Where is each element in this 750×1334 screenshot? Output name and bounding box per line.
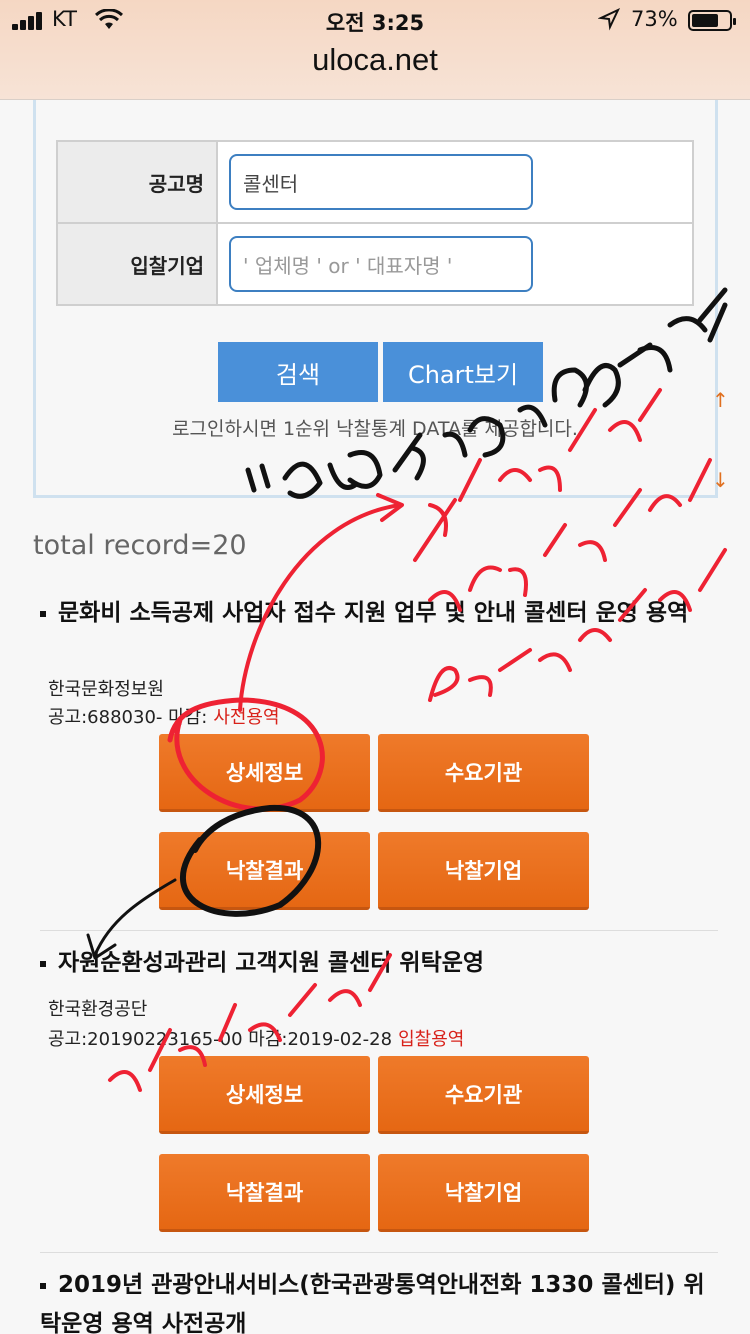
notice-name-input[interactable]: 콜센터 [229, 154, 533, 210]
url-bar[interactable]: uloca.net [0, 42, 750, 78]
search-button[interactable]: 검색 [218, 342, 378, 402]
notice-name-label: 공고명 [56, 140, 218, 224]
battery-icon [688, 10, 736, 31]
record-meta: 공고:20190223165-00 마감:2019-02-28 입찰용역 [48, 1029, 465, 1050]
bullet-icon [40, 610, 46, 617]
record-divider [40, 930, 718, 931]
record-type: 사전용역 [213, 707, 280, 728]
detail-button[interactable]: 상세정보 [159, 734, 370, 812]
login-notice: 로그인하시면 1순위 낙찰통계 DATA를 제공합니다. [172, 418, 578, 440]
record-title[interactable]: 문화비 소득공제 사업자 접수 지원 업무 및 안내 콜센터 운영 용역 [40, 594, 705, 633]
award-result-button[interactable]: 낙찰결과 [159, 1154, 370, 1232]
award-result-button[interactable]: 낙찰결과 [159, 832, 370, 910]
search-form-table: 공고명 콜센터 입찰기업 ' 업체명 ' or ' 대표자명 ' [56, 140, 694, 306]
location-arrow-icon [598, 7, 620, 31]
detail-button[interactable]: 상세정보 [159, 1056, 370, 1134]
bullet-icon [40, 1282, 46, 1289]
record-divider [40, 1252, 718, 1253]
record-type: 입찰용역 [398, 1029, 465, 1050]
bidder-label: 입찰기업 [56, 222, 218, 306]
status-bar: KT 오전 3:25 73% [0, 0, 750, 40]
scroll-down-arrow-icon[interactable]: ↓ [712, 468, 729, 492]
scroll-up-arrow-icon[interactable]: ↑ [712, 388, 729, 412]
record-title[interactable]: 자원순환성과관리 고객지원 콜센터 위탁운영 [40, 944, 705, 983]
record-meta: 공고:688030- 마감: 사전용역 [48, 707, 280, 728]
winning-company-button[interactable]: 낙찰기업 [378, 832, 589, 910]
demand-agency-button[interactable]: 수요기관 [378, 1056, 589, 1134]
battery-percent: 73% [631, 7, 678, 31]
winning-company-button[interactable]: 낙찰기업 [378, 1154, 589, 1232]
total-record-count: total record=20 [33, 530, 247, 561]
record-title[interactable]: 2019년 관광안내서비스(한국관광통역안내전화 1330 콜센터) 위탁운영 … [40, 1266, 705, 1334]
browser-top-bar: KT 오전 3:25 73% uloca.net [0, 0, 750, 100]
bidder-input[interactable]: ' 업체명 ' or ' 대표자명 ' [229, 236, 533, 292]
demand-agency-button[interactable]: 수요기관 [378, 734, 589, 812]
bullet-icon [40, 960, 46, 967]
record-org: 한국문화정보원 [48, 679, 164, 700]
red-arrowhead [376, 493, 404, 522]
chart-button[interactable]: Chart보기 [383, 342, 543, 402]
record-org: 한국환경공단 [48, 999, 148, 1020]
